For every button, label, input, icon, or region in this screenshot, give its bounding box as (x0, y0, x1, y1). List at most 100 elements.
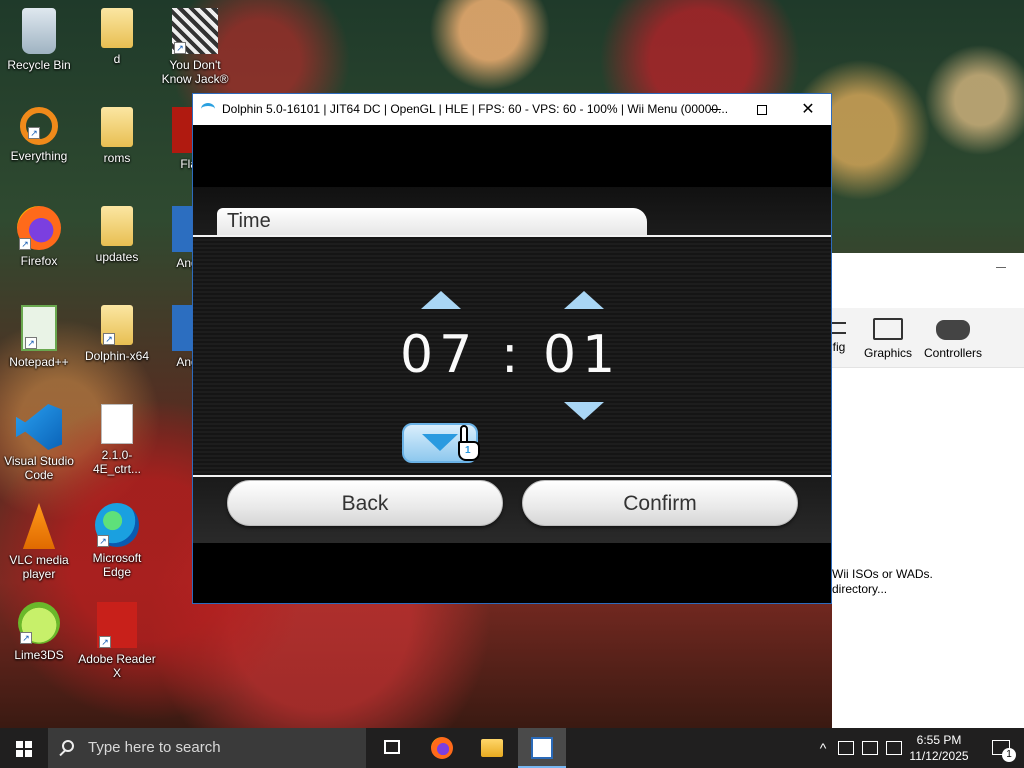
close-icon: ✕ (801, 101, 815, 118)
notification-count-badge: 1 (1002, 748, 1016, 762)
time-separator: : (501, 325, 519, 385)
maximize-button[interactable] (739, 94, 785, 125)
folder-icon (101, 107, 133, 147)
desktop-icon-label: updates (95, 250, 139, 264)
edge-icon: ↗ (95, 503, 139, 547)
task-view-icon (384, 740, 400, 754)
minimize-icon (711, 109, 721, 111)
lime3ds-icon: ↗ (18, 602, 60, 644)
taskbar-dolphin[interactable] (518, 728, 566, 768)
desktop-icon-d[interactable]: d (78, 8, 156, 66)
time-tab: Time (217, 208, 647, 235)
dolphin-app-icon (531, 737, 553, 759)
back-button[interactable]: Back (227, 480, 503, 526)
volume-muted-icon[interactable] (886, 741, 902, 755)
controllers-label: Controllers (923, 346, 983, 360)
desktop-icon-label: Everything (10, 149, 68, 163)
folder-icon (481, 739, 503, 757)
notepadpp-icon: ↗ (21, 305, 57, 351)
wii-pointer-hand-icon: 1 (455, 425, 481, 465)
close-button[interactable]: ✕ (785, 94, 831, 125)
wii-screen[interactable]: Time 07 : 01 1 Back Confirm (193, 125, 831, 603)
desktop-icon-label: Recycle Bin (7, 58, 71, 72)
start-button[interactable] (0, 728, 48, 768)
desktop-icon-label: Notepad++ (9, 355, 69, 369)
desktop-icon-label: Microsoft Edge (92, 551, 142, 579)
dolphin-main-window: fig Graphics Controllers Wii ISOs or WAD… (832, 253, 1024, 728)
config-icon (832, 322, 846, 334)
minute-up-arrow-icon[interactable] (564, 291, 604, 309)
action-center-button[interactable]: 1 (980, 728, 1024, 768)
taskbar-search[interactable]: Type here to search (48, 728, 366, 768)
desktop-icon-ctrt-file[interactable]: 2.1.0-4E_ctrt... (78, 404, 156, 476)
desktop-icon-label: You Don't Know Jack® (161, 58, 229, 86)
task-view-button[interactable] (368, 728, 416, 768)
confirm-button[interactable]: Confirm (522, 480, 798, 526)
minimize-button[interactable] (693, 94, 739, 125)
file-icon (101, 404, 133, 444)
desktop-icon-label: Dolphin-x64 (84, 349, 150, 363)
desktop-icon-label: 2.1.0-4E_ctrt... (92, 448, 142, 476)
desktop-icon-label: VLC media player (9, 553, 69, 581)
desktop-icon-everything[interactable]: ↗ Everything (0, 107, 78, 163)
maximize-icon (757, 104, 767, 115)
network-icon[interactable] (862, 741, 878, 755)
search-icon (62, 740, 74, 752)
dolphin-logo-icon (201, 103, 215, 115)
windows-logo-icon (16, 741, 23, 748)
security-icon[interactable] (838, 741, 854, 755)
taskbar: Type here to search ^ 6:55 PM 11/12/2025… (0, 728, 1024, 768)
vlc-icon (22, 503, 56, 549)
desktop-icon-notepadpp[interactable]: ↗ Notepad++ (0, 305, 78, 369)
desktop-icon-roms[interactable]: roms (78, 107, 156, 165)
taskbar-firefox[interactable] (418, 728, 466, 768)
minute-down-arrow-icon[interactable] (564, 402, 604, 420)
firefox-icon (431, 737, 453, 759)
desktop-icon-label: Visual Studio Code (4, 454, 74, 482)
desktop-icon-label: Firefox (20, 254, 58, 268)
monitor-icon (873, 318, 903, 340)
clock-date: 11/12/2025 (909, 749, 969, 763)
recycle-bin-icon (22, 8, 56, 54)
desktop-icon-edge[interactable]: ↗ Microsoft Edge (78, 503, 156, 579)
minute-value: 01 (543, 325, 622, 385)
graphics-label: Graphics (863, 346, 913, 360)
hour-down-arrow-icon (422, 434, 458, 451)
controllers-button[interactable]: Controllers (922, 314, 984, 360)
folder-icon (101, 8, 133, 48)
desktop-icon-firefox[interactable]: ↗ Firefox (0, 206, 78, 268)
folder-icon (101, 206, 133, 246)
dolphin-toolbar: fig Graphics Controllers (832, 308, 1024, 368)
desktop-icon-ydkj[interactable]: ↗ You Don't Know Jack® (156, 8, 234, 86)
desktop-icon-dolphin-x64[interactable]: ↗ Dolphin-x64 (78, 305, 156, 363)
desktop-icon-vscode[interactable]: Visual Studio Code (0, 404, 78, 482)
folder-icon: ↗ (101, 305, 133, 345)
empty-message-line-1: Wii ISOs or WADs. (832, 567, 933, 581)
desktop-icon-lime3ds[interactable]: ↗ Lime3DS (0, 602, 78, 662)
search-magnifier-icon: ↗ (20, 107, 58, 145)
dolphin-render-window[interactable]: Dolphin 5.0-16101 | JIT64 DC | OpenGL | … (192, 93, 832, 604)
vscode-icon (16, 404, 62, 450)
taskbar-file-explorer[interactable] (468, 728, 516, 768)
desktop-icon-label: Adobe Reader X (78, 652, 156, 680)
hour-up-arrow-icon[interactable] (421, 291, 461, 309)
empty-message-line-2: directory... (832, 582, 888, 596)
desktop-icon-label: Lime3DS (14, 648, 64, 662)
show-hidden-icons-chevron-icon[interactable]: ^ (812, 728, 834, 768)
desktop-icon-label: roms (103, 151, 131, 165)
taskbar-clock[interactable]: 6:55 PM 11/12/2025 (905, 728, 973, 768)
desktop-icon-recycle-bin[interactable]: Recycle Bin (0, 8, 78, 72)
title-bar[interactable]: Dolphin 5.0-16101 | JIT64 DC | OpenGL | … (193, 94, 831, 125)
clock-time: 6:55 PM (916, 733, 962, 747)
minimize-icon[interactable] (996, 267, 1006, 268)
gamepad-icon (936, 320, 970, 340)
desktop-icon-updates[interactable]: updates (78, 206, 156, 264)
empty-game-list-message: Wii ISOs or WADs. directory... (832, 567, 933, 597)
firefox-icon: ↗ (17, 206, 61, 250)
graphics-button[interactable]: Graphics (860, 314, 916, 360)
desktop-icon-adobe-reader[interactable]: ↗ Adobe Reader X (78, 602, 156, 680)
search-placeholder: Type here to search (88, 739, 221, 756)
pointer-player-number: 1 (465, 445, 471, 456)
desktop-icon-vlc[interactable]: VLC media player (0, 503, 78, 581)
window-title: Dolphin 5.0-16101 | JIT64 DC | OpenGL | … (222, 102, 729, 116)
